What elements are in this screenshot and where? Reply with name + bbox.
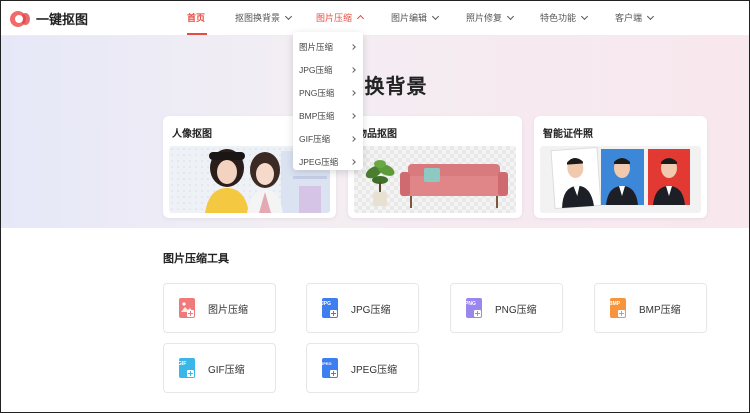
png-badge: PNG <box>465 301 476 307</box>
card-portrait-cutout-title: 人像抠图 <box>172 129 212 140</box>
nav-cutout-background[interactable]: 抠图换背景 <box>235 11 293 24</box>
tool-jpeg-compress-label: JPEG压缩 <box>351 364 398 376</box>
tool-gif-compress[interactable]: GIF GIF压缩 <box>163 343 276 393</box>
chevron-down-icon <box>646 12 655 20</box>
card-object-cutout-title: 物品抠图 <box>357 129 397 140</box>
tool-image-compress[interactable]: 图片压缩 <box>163 283 276 333</box>
chevron-down-icon <box>284 12 293 20</box>
dropdown-item-label: GIF压缩 <box>299 133 331 144</box>
card-object-cutout[interactable]: 物品抠图 <box>348 116 522 218</box>
png-file-icon: PNG <box>465 298 482 318</box>
dropdown-item-label: BMP压缩 <box>299 110 335 121</box>
hero-title: 抠图换背景 <box>322 76 428 98</box>
gif-badge: GIF <box>178 361 187 367</box>
tool-png-compress-label: PNG压缩 <box>495 304 537 316</box>
nav-image-edit-label: 图片编辑 <box>391 13 428 23</box>
chevron-up-icon <box>356 14 365 23</box>
nav-image-compress-label: 图片压缩 <box>316 13 353 23</box>
nav-special-features[interactable]: 特色功能 <box>540 11 589 24</box>
dropdown-item-jpg-compress[interactable]: JPG压缩 <box>293 58 363 81</box>
nav-photo-repair[interactable]: 照片修复 <box>466 11 515 24</box>
id-photo-image <box>540 146 701 213</box>
dropdown-item-label: JPG压缩 <box>299 64 333 75</box>
image-compress-icon <box>179 298 195 318</box>
tool-bmp-compress[interactable]: BMP BMP压缩 <box>594 283 707 333</box>
tool-image-compress-label: 图片压缩 <box>208 304 248 316</box>
card-id-photo-title: 智能证件照 <box>543 129 593 140</box>
chevron-right-icon <box>350 158 356 165</box>
chevron-right-icon <box>350 43 356 50</box>
dropdown-item-png-compress[interactable]: PNG压缩 <box>293 81 363 104</box>
dropdown-item-jpeg-compress[interactable]: JPEG压缩 <box>293 150 363 173</box>
chevron-down-icon <box>580 12 589 20</box>
brand-logo[interactable]: 一键抠图 <box>10 9 88 28</box>
dropdown-item-bmp-compress[interactable]: BMP压缩 <box>293 104 363 127</box>
dropdown-item-label: PNG压缩 <box>299 87 335 98</box>
bmp-file-icon: BMP <box>609 298 626 318</box>
nav-special-features-label: 特色功能 <box>540 13 577 23</box>
jpeg-badge: JPEG <box>321 361 332 366</box>
chevron-right-icon <box>350 112 356 119</box>
chevron-down-icon <box>506 12 515 20</box>
image-compress-dropdown: 图片压缩 JPG压缩 PNG压缩 BMP压缩 GIF压缩 JPEG压缩 <box>293 32 363 170</box>
chevron-down-icon <box>431 12 440 20</box>
nav-home-label: 首页 <box>187 13 206 23</box>
gif-file-icon: GIF <box>178 358 195 378</box>
card-id-photo[interactable]: 智能证件照 <box>534 116 707 218</box>
dropdown-item-image-compress[interactable]: 图片压缩 <box>293 35 363 58</box>
nav-client[interactable]: 客户端 <box>615 11 655 24</box>
nav-home[interactable]: 首页 <box>187 11 205 24</box>
jpg-file-icon: JPG <box>321 298 338 318</box>
nav-image-edit[interactable]: 图片编辑 <box>391 11 440 24</box>
dropdown-item-label: JPEG压缩 <box>299 156 339 167</box>
hero-banner: 抠图换背景 人像抠图 物品抠图 智能证件照 <box>0 36 750 228</box>
tool-gif-compress-label: GIF压缩 <box>208 364 245 376</box>
dropdown-item-label: 图片压缩 <box>299 41 334 52</box>
tool-bmp-compress-label: BMP压缩 <box>639 304 681 316</box>
nav-cutout-background-label: 抠图换背景 <box>235 13 281 23</box>
object-cutout-image <box>354 146 516 213</box>
chevron-right-icon <box>350 89 356 96</box>
chevron-right-icon <box>350 66 356 73</box>
brand-name: 一键抠图 <box>36 12 89 27</box>
logo-icon <box>10 10 30 28</box>
chevron-right-icon <box>350 135 356 142</box>
tool-jpeg-compress[interactable]: JPEG JPEG压缩 <box>306 343 419 393</box>
bmp-badge: BMP <box>609 301 621 307</box>
jpeg-file-icon: JPEG <box>321 358 338 378</box>
nav-photo-repair-label: 照片修复 <box>466 13 503 23</box>
tool-jpg-compress-label: JPG压缩 <box>351 304 391 316</box>
nav-active-indicator <box>187 33 207 35</box>
top-header: 一键抠图 首页 抠图换背景 图片压缩 图片编辑 照片修复 特色功能 客户端 <box>0 0 750 36</box>
tools-section-title: 图片压缩工具 <box>163 253 229 265</box>
jpg-badge: JPG <box>321 301 332 307</box>
tool-jpg-compress[interactable]: JPG JPG压缩 <box>306 283 419 333</box>
nav-client-label: 客户端 <box>615 13 643 23</box>
nav-image-compress[interactable]: 图片压缩 <box>316 11 365 24</box>
dropdown-item-gif-compress[interactable]: GIF压缩 <box>293 127 363 150</box>
tool-png-compress[interactable]: PNG PNG压缩 <box>450 283 563 333</box>
